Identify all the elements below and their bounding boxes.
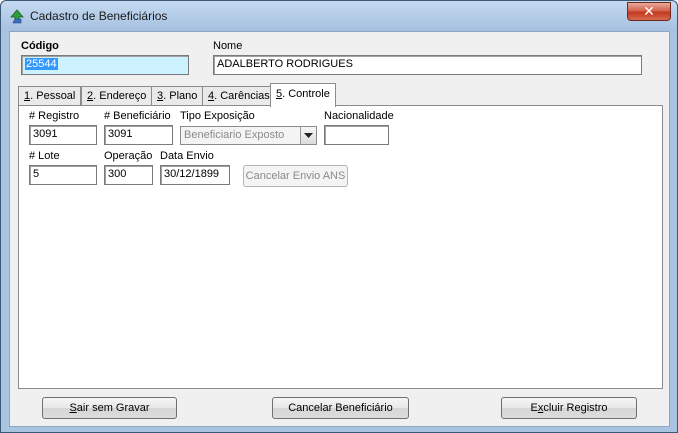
nome-field[interactable]: ADALBERTO RODRIGUES	[213, 55, 642, 75]
registro-field[interactable]: 3091	[29, 125, 97, 145]
codigo-field[interactable]: 25544	[21, 55, 189, 75]
lote-field[interactable]: 5	[29, 165, 97, 185]
tipo-exposicao-value: Beneficiario Exposto	[184, 129, 285, 141]
operacao-label: Operação	[104, 150, 153, 162]
close-button[interactable]: ✕	[627, 2, 671, 21]
lote-label: # Lote	[29, 150, 60, 162]
cancelar-beneficiario-button[interactable]: Cancelar Beneficiário	[272, 397, 409, 419]
nome-label: Nome	[213, 40, 243, 52]
title-bar[interactable]: Cadastro de Beneficiários ✕	[1, 1, 677, 31]
excluir-registro-button[interactable]: Ex cluir Registro	[501, 397, 637, 419]
tab-pessoal[interactable]: 1. Pessoal	[18, 86, 82, 106]
chevron-down-icon[interactable]	[300, 127, 316, 144]
main-window: Cadastro de Beneficiários ✕ Código 25544…	[0, 0, 678, 433]
beneficiario-field[interactable]: 3091	[104, 125, 173, 145]
tab-controle[interactable]: 5. Controle	[270, 83, 336, 107]
tab-panel-controle: # Registro 3091 # Beneficiário 3091 Tipo…	[18, 105, 663, 389]
tab-carencias[interactable]: 4. Carências	[202, 86, 276, 106]
tab-endereco[interactable]: 2. Endereço	[81, 86, 153, 106]
nacionalidade-field[interactable]	[324, 125, 389, 145]
registro-label: # Registro	[29, 110, 80, 122]
codigo-value: 25544	[25, 58, 58, 70]
window-title: Cadastro de Beneficiários	[30, 9, 168, 23]
data-envio-label: Data Envio	[160, 150, 214, 162]
operacao-field[interactable]: 300	[104, 165, 153, 185]
cancelar-envio-ans-button[interactable]: Cancelar Envio ANS	[243, 165, 348, 187]
sair-sem-gravar-button[interactable]: Sair sem Gravar	[42, 397, 177, 419]
tipo-exposicao-label: Tipo Exposição	[180, 110, 255, 122]
app-icon	[10, 9, 24, 24]
tab-plano[interactable]: 3. Plano	[151, 86, 204, 106]
form-body: Código 25544 Nome ADALBERTO RODRIGUES 1.…	[9, 31, 670, 427]
beneficiario-label: # Beneficiário	[104, 110, 171, 122]
data-envio-field[interactable]: 30/12/1899	[160, 165, 230, 185]
tipo-exposicao-select[interactable]: Beneficiario Exposto	[180, 126, 317, 145]
close-icon: ✕	[643, 3, 655, 20]
nacionalidade-label: Nacionalidade	[324, 110, 394, 122]
codigo-label: Código	[21, 40, 59, 52]
